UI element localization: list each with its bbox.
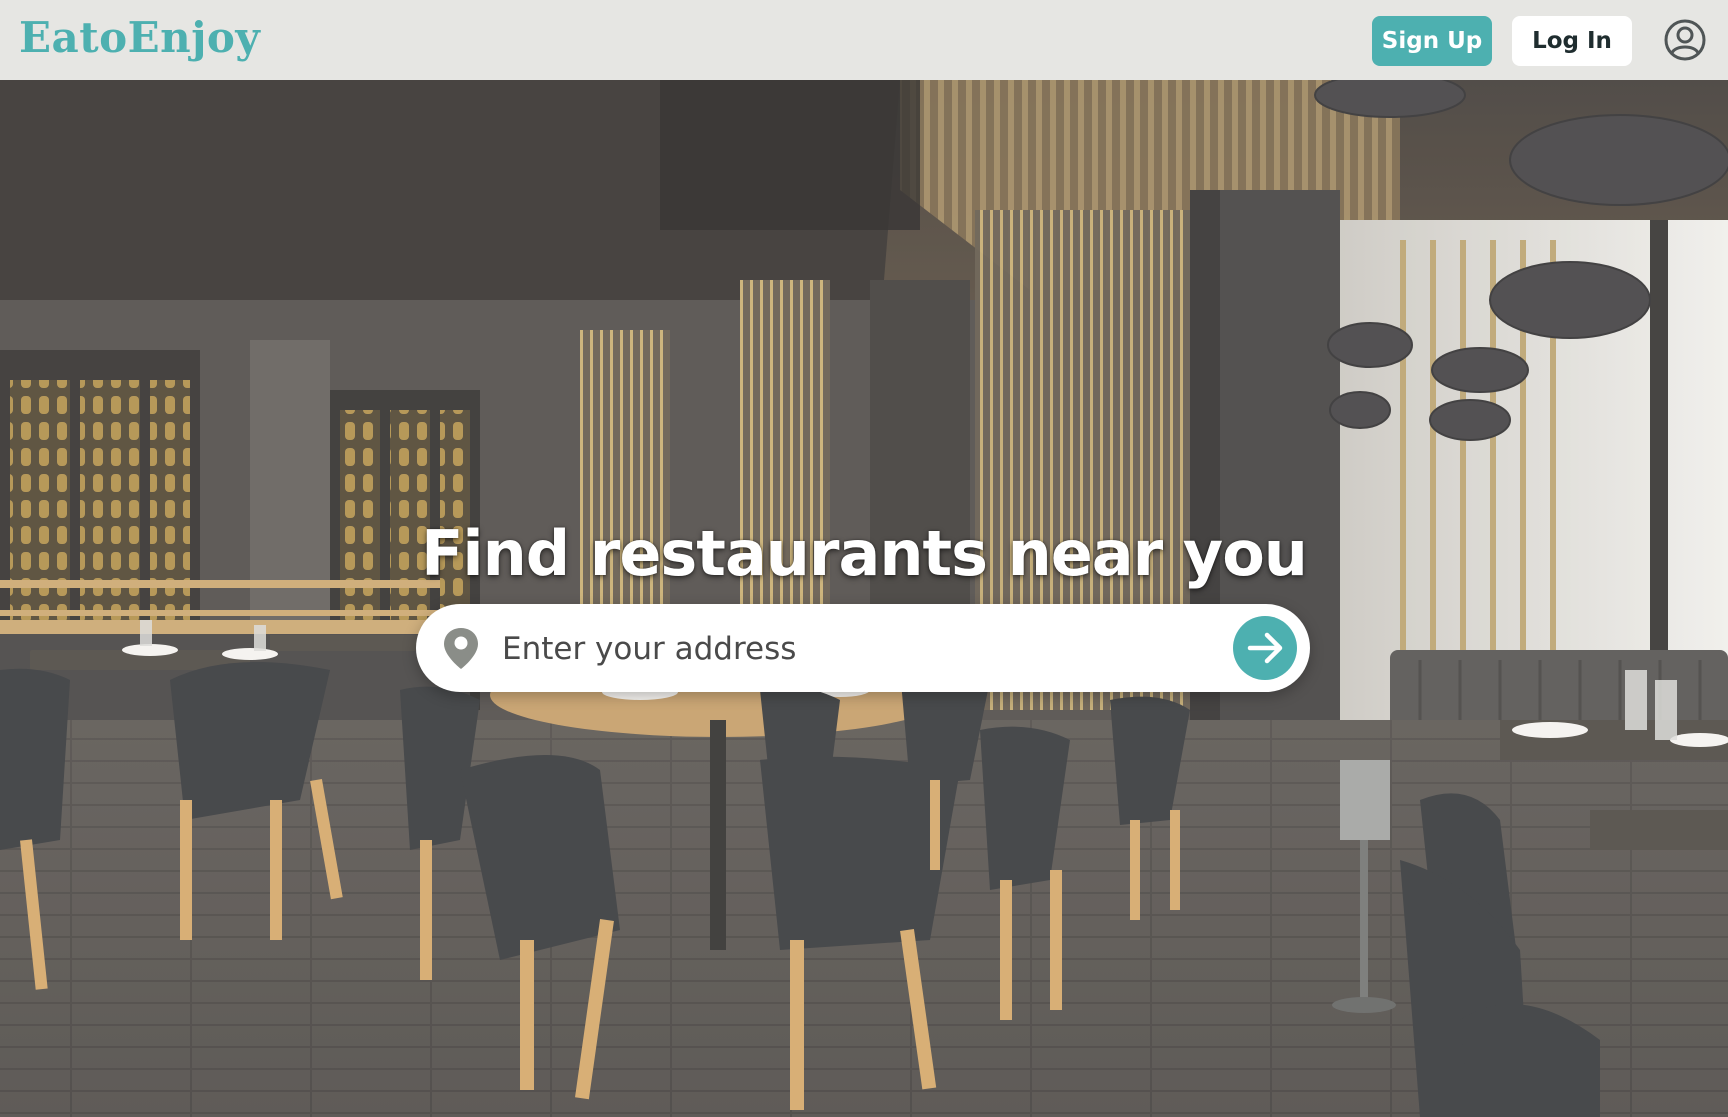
search-submit-button[interactable] xyxy=(1233,616,1297,680)
arrow-right-icon xyxy=(1233,616,1297,680)
log-in-button[interactable]: Log In xyxy=(1512,16,1632,66)
top-navbar: EatoEnjoy Sign Up Log In xyxy=(0,0,1728,80)
sign-up-button[interactable]: Sign Up xyxy=(1372,16,1492,66)
address-input[interactable] xyxy=(500,618,1224,680)
brand-logo[interactable]: EatoEnjoy xyxy=(19,10,260,66)
restaurant-interior-image xyxy=(0,80,1728,1117)
hero-section: Find restaurants near you xyxy=(0,80,1728,1117)
map-pin-icon xyxy=(438,625,484,671)
address-search-bar xyxy=(416,604,1310,692)
user-circle-icon[interactable] xyxy=(1664,19,1706,61)
hero-title: Find restaurants near you xyxy=(421,516,1308,590)
landing-page: EatoEnjoy Sign Up Log In Find restaurant… xyxy=(0,0,1728,1117)
